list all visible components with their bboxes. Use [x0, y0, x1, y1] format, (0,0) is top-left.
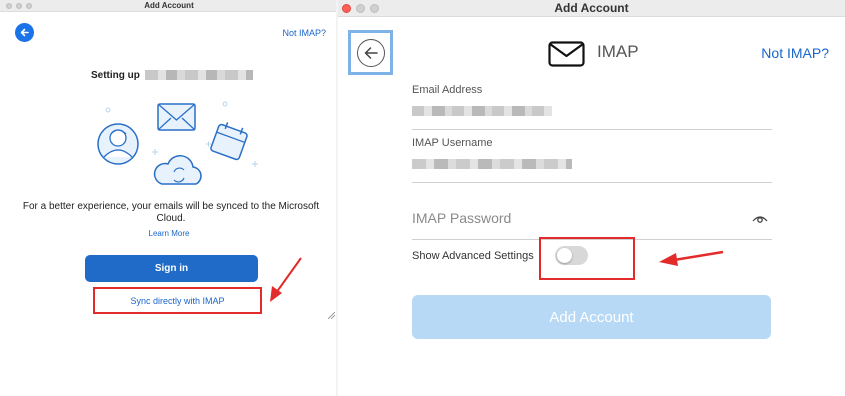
imap-username-label: IMAP Username: [412, 137, 493, 149]
calendar-icon: [210, 122, 248, 161]
page-title: IMAP: [597, 42, 639, 61]
imap-password-placeholder: IMAP Password: [412, 210, 512, 226]
person-icon: [97, 123, 139, 165]
cloud-sync-illustration: [97, 101, 258, 185]
setup-window: Add Account Not IMAP? Setting up For a b…: [0, 0, 338, 396]
not-imap-link[interactable]: Not IMAP?: [761, 45, 829, 61]
cloud-icon: [153, 155, 202, 185]
sync-info-text: For a better experience, your emails wil…: [22, 201, 320, 224]
not-imap-link[interactable]: Not IMAP?: [282, 28, 326, 38]
redacted-email-value: [412, 106, 552, 116]
toggle-highlight-box: [539, 237, 635, 280]
sync-directly-with-imap-link[interactable]: Sync directly with IMAP: [93, 287, 262, 314]
imap-window: Add Account IMAP Not IMAP? Email Address…: [338, 0, 845, 396]
eye-icon[interactable]: [752, 214, 768, 224]
window-title: Add Account: [554, 1, 629, 15]
back-button[interactable]: [348, 30, 393, 75]
redacted-email: [145, 70, 253, 80]
setting-up-heading: Setting up: [91, 70, 140, 81]
envelope-icon: [548, 41, 585, 67]
titlebar: Add Account: [338, 0, 845, 17]
arrow-left-icon: [364, 46, 378, 59]
email-field[interactable]: Email Address: [412, 84, 772, 130]
learn-more-link[interactable]: Learn More: [0, 229, 338, 238]
back-button[interactable]: [15, 23, 34, 42]
resize-grip-icon[interactable]: [327, 311, 335, 319]
titlebar: Add Account: [0, 0, 338, 12]
window-title: Add Account: [144, 1, 194, 10]
arrow-left-icon: [20, 28, 29, 37]
back-circle: [356, 38, 385, 67]
show-advanced-settings-label: Show Advanced Settings: [412, 250, 534, 262]
add-account-button[interactable]: Add Account: [412, 295, 771, 339]
email-label: Email Address: [412, 84, 483, 96]
envelope-icon: [157, 103, 196, 131]
imap-password-field[interactable]: IMAP Password: [412, 210, 772, 240]
sign-in-button[interactable]: Sign in: [85, 255, 258, 282]
imap-username-field[interactable]: IMAP Username: [412, 137, 772, 183]
redacted-username-value: [412, 159, 572, 169]
